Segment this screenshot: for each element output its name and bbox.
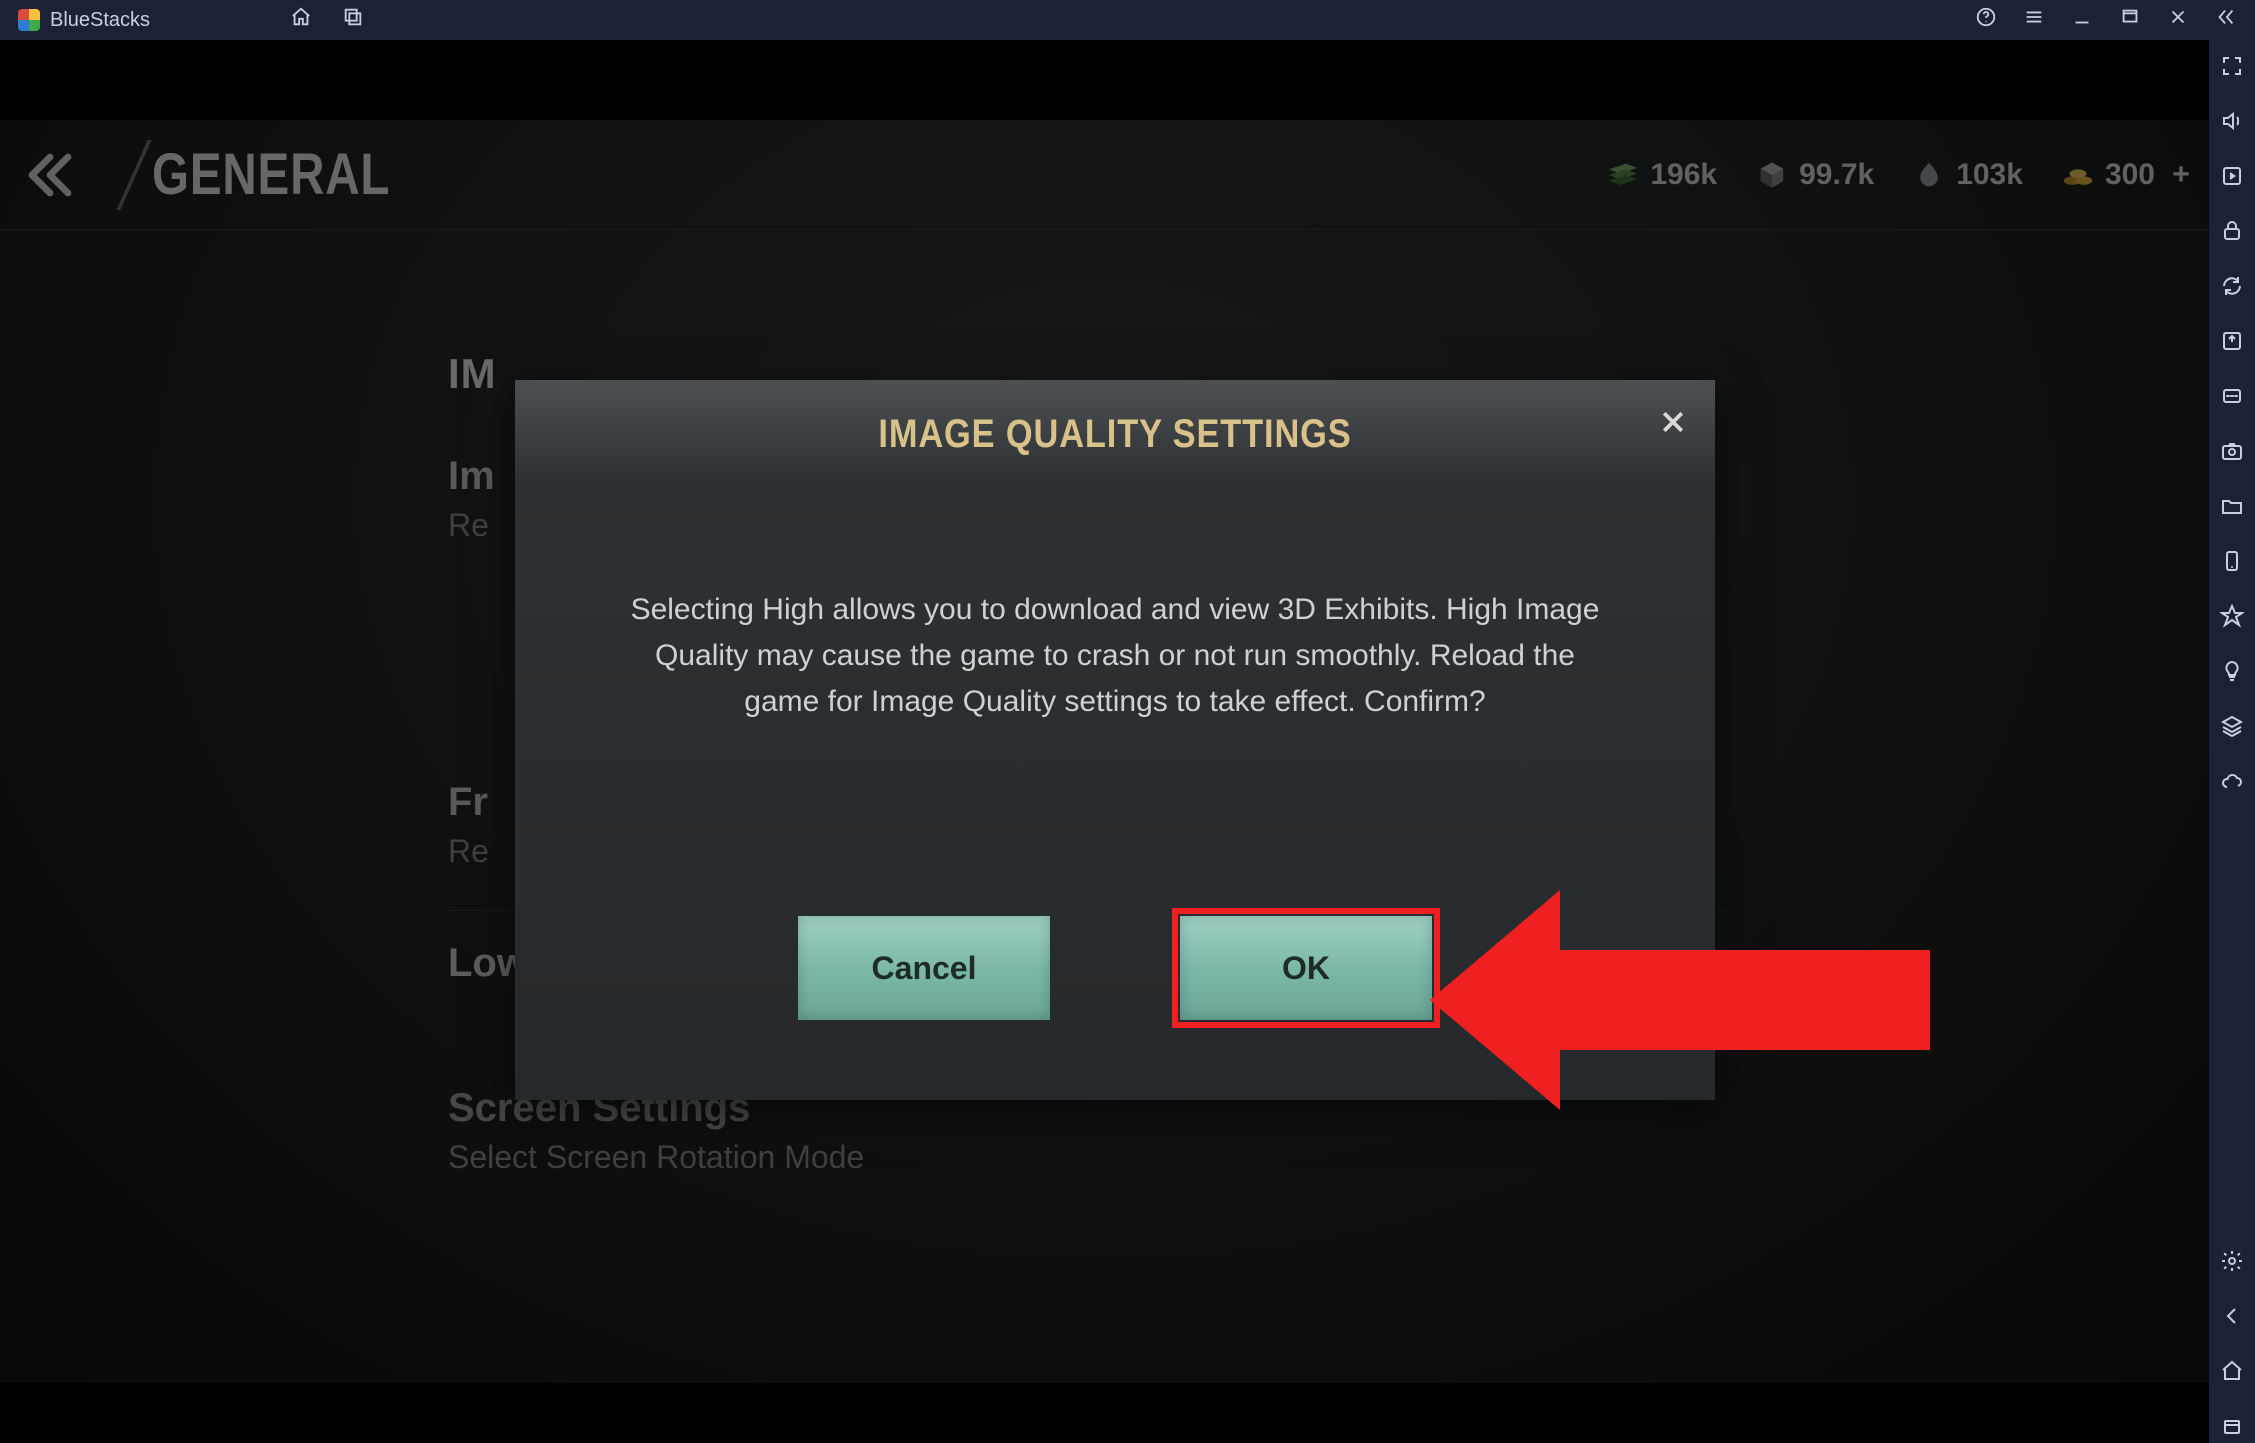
modal-body: Selecting High allows you to download an… <box>515 587 1715 725</box>
export-icon[interactable] <box>2220 329 2244 358</box>
bluestacks-titlebar: BlueStacks <box>0 0 2255 40</box>
cloud-icon[interactable] <box>2220 769 2244 798</box>
modal-actions: Cancel OK <box>515 916 1715 1020</box>
lock-icon[interactable] <box>2220 219 2244 248</box>
cancel-button-label: Cancel <box>872 950 977 987</box>
menu-icon[interactable] <box>2023 6 2045 34</box>
close-window-icon[interactable] <box>2167 6 2189 34</box>
cancel-button[interactable]: Cancel <box>798 916 1050 1020</box>
overview-icon[interactable] <box>2220 1414 2244 1443</box>
game-screen: GENERAL 196k 99.7k 103k <box>0 120 2209 1383</box>
help-icon[interactable] <box>1975 6 1997 34</box>
screenshot-icon[interactable] <box>2220 439 2244 468</box>
apk-icon[interactable] <box>2220 384 2244 413</box>
home-icon[interactable] <box>290 6 312 34</box>
bluestacks-side-toolbar <box>2209 40 2255 1443</box>
sync-icon[interactable] <box>2220 274 2244 303</box>
tips-icon[interactable] <box>2220 659 2244 688</box>
image-quality-modal: IMAGE QUALITY SETTINGS Selecting High al… <box>515 380 1715 1100</box>
recent-apps-icon[interactable] <box>342 6 364 34</box>
maximize-icon[interactable] <box>2119 6 2141 34</box>
layers-icon[interactable] <box>2220 714 2244 743</box>
ok-button-label: OK <box>1282 950 1330 987</box>
bluestacks-logo-icon <box>18 9 40 31</box>
folder-icon[interactable] <box>2220 494 2244 523</box>
volume-icon[interactable] <box>2220 109 2244 138</box>
play-icon[interactable] <box>2220 164 2244 193</box>
minimize-icon[interactable] <box>2071 6 2093 34</box>
bluestacks-logo: BlueStacks <box>18 9 150 32</box>
home-nav-icon[interactable] <box>2220 1359 2244 1388</box>
game-viewport: GENERAL 196k 99.7k 103k <box>0 40 2209 1443</box>
app-root: BlueStacks <box>0 0 2255 1443</box>
modal-title: IMAGE QUALITY SETTINGS <box>599 412 1631 457</box>
app-name: BlueStacks <box>50 9 150 32</box>
close-icon[interactable] <box>1653 402 1693 442</box>
ok-button[interactable]: OK <box>1180 916 1432 1020</box>
location-icon[interactable] <box>2220 604 2244 633</box>
collapse-sidebar-icon[interactable] <box>2215 6 2237 34</box>
settings-icon[interactable] <box>2220 1249 2244 1278</box>
back-icon[interactable] <box>2220 1304 2244 1333</box>
device-icon[interactable] <box>2220 549 2244 578</box>
fullscreen-icon[interactable] <box>2220 54 2244 83</box>
